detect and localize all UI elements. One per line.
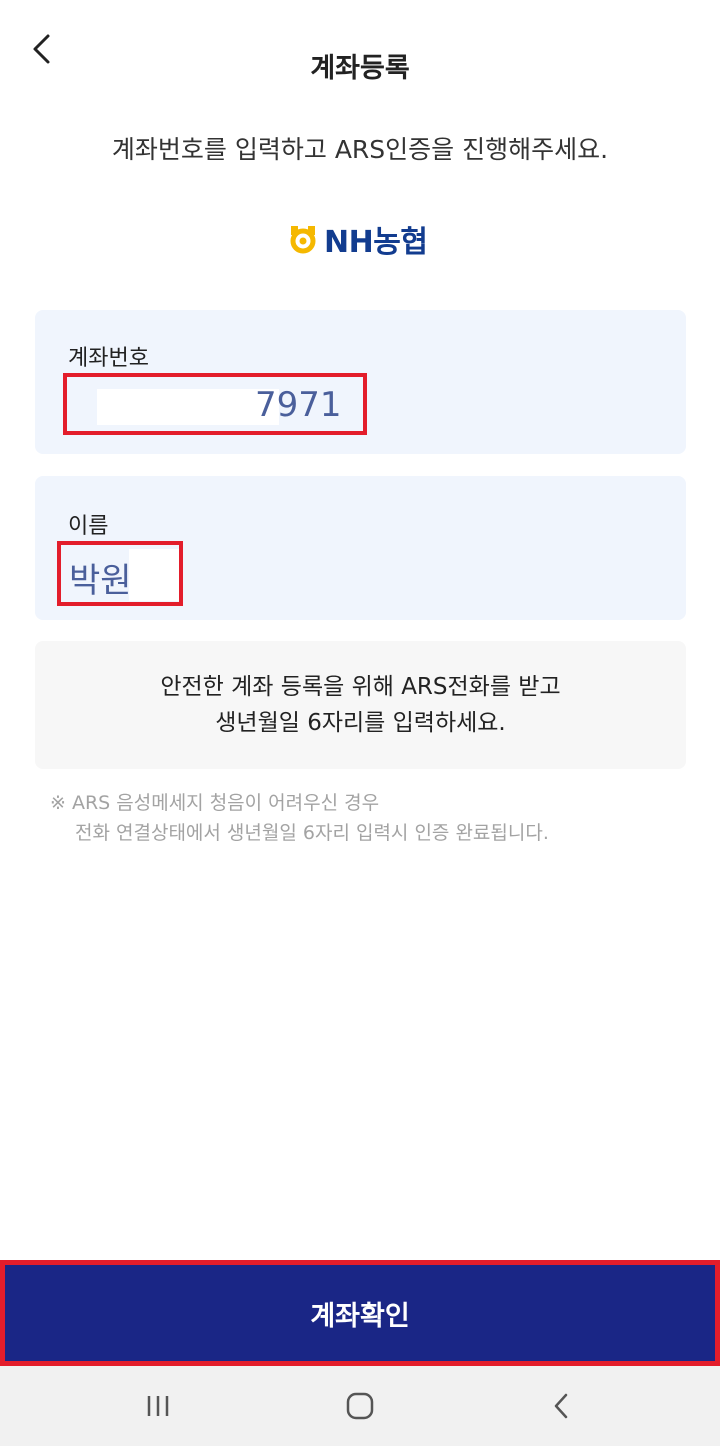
ars-notice: ※ ARS 음성메세지 청음이 어려우신 경우 전화 연결상태에서 생년월일 6… xyxy=(50,788,549,848)
name-field[interactable]: 이름 박원 xyxy=(35,476,686,620)
header: 계좌등록 xyxy=(0,0,720,110)
nav-back-button[interactable] xyxy=(540,1384,584,1428)
account-number-value-box[interactable]: 7971 xyxy=(63,373,367,435)
redaction-mask xyxy=(129,549,179,601)
info-line-1: 안전한 계좌 등록을 위해 ARS전화를 받고 xyxy=(160,674,561,700)
recent-apps-icon xyxy=(147,1396,169,1416)
instruction-text: 계좌번호를 입력하고 ARS인증을 진행해주세요. xyxy=(111,135,609,164)
confirm-account-button[interactable]: 계좌확인 xyxy=(0,1260,720,1366)
name-value-box[interactable]: 박원 xyxy=(57,541,183,606)
name-label: 이름 xyxy=(68,514,109,539)
nh-bank-logo-icon xyxy=(290,226,316,254)
account-number-field[interactable]: 계좌번호 7971 xyxy=(35,310,686,454)
recent-apps-button[interactable] xyxy=(136,1384,180,1428)
ars-info-box: 안전한 계좌 등록을 위해 ARS전화를 받고 생년월일 6자리를 입력하세요. xyxy=(35,641,686,769)
account-number-value: 7971 xyxy=(255,385,342,425)
info-line-2: 생년월일 6자리를 입력하세요. xyxy=(215,710,506,736)
confirm-account-label: 계좌확인 xyxy=(310,1300,410,1332)
redaction-mask xyxy=(97,389,279,425)
page-title: 계좌등록 xyxy=(310,53,410,84)
back-icon xyxy=(554,1393,568,1419)
home-icon xyxy=(346,1392,374,1420)
notice-line-2: 전화 연결상태에서 생년월일 6자리 입력시 인증 완료됩니다. xyxy=(75,822,549,844)
bank-logo: NH농협 xyxy=(288,222,428,260)
account-number-label: 계좌번호 xyxy=(68,346,149,371)
system-navigation-bar xyxy=(0,1366,720,1446)
home-button[interactable] xyxy=(338,1384,382,1428)
bank-logo-text: NH농협 xyxy=(324,225,428,260)
notice-line-1: ※ ARS 음성메세지 청음이 어려우신 경우 xyxy=(50,792,380,814)
name-value: 박원 xyxy=(69,561,132,601)
